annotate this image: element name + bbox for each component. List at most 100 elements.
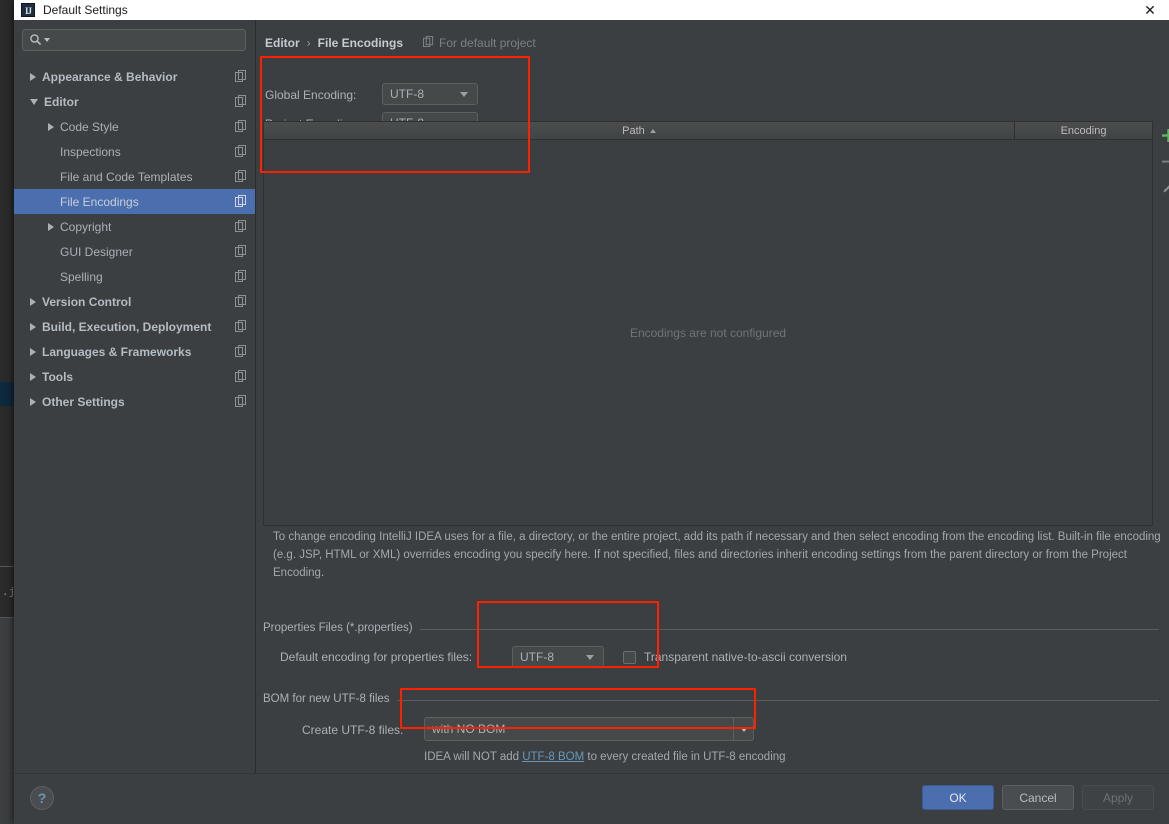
chevron-down-icon[interactable]: [30, 98, 38, 105]
breadcrumb-note: For default project: [423, 36, 536, 50]
utf8-bom-link[interactable]: UTF-8 BOM: [522, 751, 584, 763]
table-toolbar: [1155, 122, 1169, 200]
chevron-right-icon[interactable]: [30, 297, 36, 306]
chevron-right-icon[interactable]: [30, 372, 36, 381]
chevron-right-icon[interactable]: [30, 72, 36, 81]
copy-icon[interactable]: [235, 70, 247, 82]
sidebar-item-file-encodings[interactable]: File Encodings: [14, 189, 255, 214]
sidebar-item-build-execution-deployment[interactable]: Build, Execution, Deployment: [14, 314, 255, 339]
transparent-conversion-label: Transparent native-to-ascii conversion: [644, 650, 847, 664]
column-header-encoding-label: Encoding: [1060, 124, 1107, 137]
copy-icon: [423, 36, 434, 50]
copy-icon[interactable]: [235, 395, 247, 407]
copy-icon[interactable]: [235, 120, 247, 132]
sidebar-item-label: Copyright: [60, 219, 112, 234]
chevron-right-icon[interactable]: [30, 347, 36, 356]
transparent-conversion-checkbox-row[interactable]: Transparent native-to-ascii conversion: [623, 650, 847, 664]
copy-icon[interactable]: [235, 245, 247, 257]
breadcrumb-current: File Encodings: [317, 36, 404, 50]
help-button[interactable]: ?: [30, 786, 54, 810]
chevron-right-icon[interactable]: [30, 397, 36, 406]
sidebar-item-inspections[interactable]: Inspections: [14, 139, 255, 164]
dialog-footer: ? OK Cancel Apply: [14, 773, 1169, 824]
transparent-conversion-checkbox[interactable]: [623, 650, 636, 664]
add-button[interactable]: [1155, 122, 1169, 148]
properties-group-title: Properties Files (*.properties): [263, 622, 420, 634]
bom-hint-prefix: IDEA will NOT add: [424, 751, 523, 763]
encoding-description: To change encoding IntelliJ IDEA uses fo…: [273, 531, 1161, 579]
breadcrumb-parent[interactable]: Editor: [265, 36, 300, 50]
table-empty-message: Encodings are not configured: [629, 325, 787, 340]
search-box[interactable]: [22, 29, 246, 51]
breadcrumb: Editor › File Encodings For default proj…: [265, 36, 536, 50]
column-header-path[interactable]: Path: [264, 122, 1015, 139]
column-header-encoding[interactable]: Encoding: [1015, 122, 1152, 139]
sidebar-item-code-style[interactable]: Code Style: [14, 114, 255, 139]
ok-button[interactable]: OK: [922, 785, 994, 810]
copy-icon[interactable]: [235, 95, 247, 107]
bom-hint: IDEA will NOT add UTF-8 BOM to every cre…: [424, 751, 786, 763]
properties-files-group: Properties Files (*.properties) Default …: [263, 622, 1159, 672]
copy-icon[interactable]: [235, 220, 247, 232]
copy-icon[interactable]: [235, 195, 247, 207]
chevron-down-icon-3: [586, 654, 594, 660]
create-utf8-combo[interactable]: with NO BOM: [424, 717, 754, 741]
create-utf8-label: Create UTF-8 files:: [302, 723, 404, 737]
sidebar-item-appearance-behavior[interactable]: Appearance & Behavior: [14, 64, 255, 89]
encodings-table-header: Path Encoding: [263, 121, 1153, 140]
copy-icon[interactable]: [235, 170, 247, 182]
settings-main-panel: Editor › File Encodings For default proj…: [256, 20, 1169, 774]
create-utf8-value: with NO BOM: [432, 722, 506, 736]
global-encoding-combo[interactable]: UTF-8: [382, 83, 478, 105]
bom-group-title: BOM for new UTF-8 files: [263, 693, 397, 705]
search-icon: [29, 33, 43, 47]
close-icon[interactable]: ✕: [1141, 1, 1159, 19]
global-encoding-value: UTF-8: [390, 87, 424, 101]
apply-button: Apply: [1082, 785, 1154, 810]
column-header-path-label: Path: [622, 124, 645, 137]
copy-icon[interactable]: [235, 370, 247, 382]
chevron-down-icon-4: [739, 726, 748, 732]
properties-encoding-value: UTF-8: [520, 650, 554, 664]
sidebar-item-label: Editor: [44, 94, 79, 109]
sidebar-item-label: File and Code Templates: [60, 169, 193, 184]
cancel-button[interactable]: Cancel: [1002, 785, 1074, 810]
sidebar-item-label: Inspections: [60, 144, 121, 159]
sort-ascending-icon: [649, 128, 656, 133]
properties-encoding-label: Default encoding for properties files:: [280, 650, 473, 664]
sidebar-item-other-settings[interactable]: Other Settings: [14, 389, 255, 414]
sidebar-item-label: Languages & Frameworks: [42, 344, 192, 359]
chevron-right-icon[interactable]: [48, 122, 54, 131]
encodings-table-body[interactable]: Encodings are not configured: [263, 140, 1153, 526]
copy-icon[interactable]: [235, 145, 247, 157]
copy-icon[interactable]: [235, 270, 247, 282]
search-input[interactable]: [50, 33, 245, 47]
sidebar-item-spelling[interactable]: Spelling: [14, 264, 255, 289]
combo-arrow-box[interactable]: [733, 718, 753, 740]
sidebar-item-file-and-code-templates[interactable]: File and Code Templates: [14, 164, 255, 189]
settings-sidebar: Appearance & Behavior Editor Code Style Ins…: [14, 20, 256, 774]
remove-button[interactable]: [1155, 148, 1169, 174]
sidebar-item-label: Version Control: [42, 294, 132, 309]
properties-encoding-combo[interactable]: UTF-8: [512, 646, 604, 668]
sidebar-item-label: Code Style: [60, 119, 119, 134]
edit-button[interactable]: [1155, 174, 1169, 200]
bom-group-divider-line: [263, 700, 1159, 701]
copy-icon[interactable]: [235, 345, 247, 357]
copy-icon[interactable]: [235, 320, 247, 332]
breadcrumb-separator: ›: [306, 36, 311, 50]
sidebar-item-languages-frameworks[interactable]: Languages & Frameworks: [14, 339, 255, 364]
copy-icon[interactable]: [235, 295, 247, 307]
chevron-right-icon[interactable]: [30, 322, 36, 331]
bom-group: BOM for new UTF-8 files Create UTF-8 fil…: [263, 693, 1159, 763]
sidebar-item-label: GUI Designer: [60, 244, 133, 259]
chevron-right-icon[interactable]: [48, 222, 54, 231]
sidebar-item-copyright[interactable]: Copyright: [14, 214, 255, 239]
sidebar-item-gui-designer[interactable]: GUI Designer: [14, 239, 255, 264]
sidebar-item-editor[interactable]: Editor: [14, 89, 255, 114]
sidebar-item-version-control[interactable]: Version Control: [14, 289, 255, 314]
breadcrumb-note-label: For default project: [439, 36, 536, 50]
dialog-titlebar: IJ Default Settings ✕: [14, 0, 1169, 20]
sidebar-item-tools[interactable]: Tools: [14, 364, 255, 389]
sidebar-item-label: File Encodings: [60, 194, 139, 209]
